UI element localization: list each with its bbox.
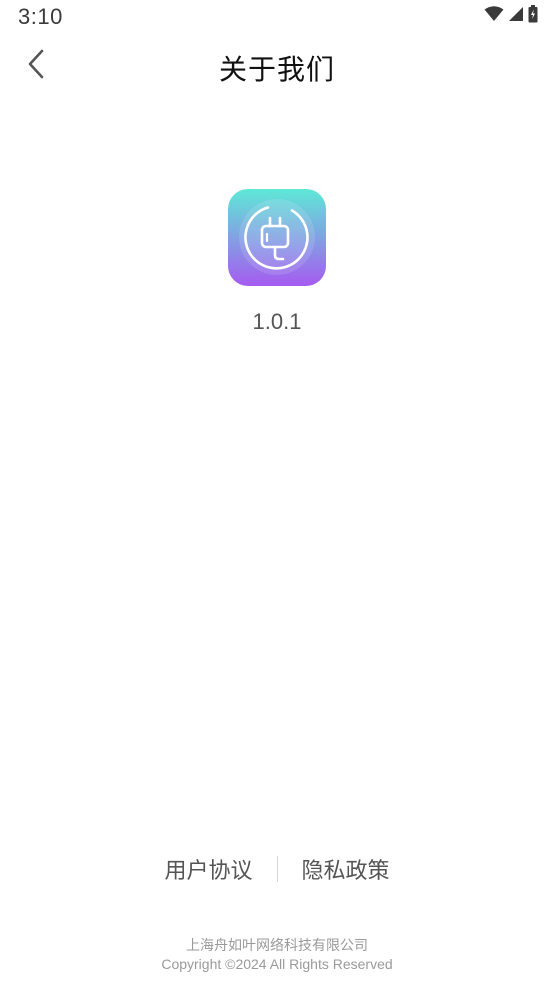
power-plug-icon xyxy=(228,189,326,286)
page-title: 关于我们 xyxy=(218,53,335,86)
company-name: 上海舟如叶网络科技有限公司 xyxy=(186,938,368,954)
app-version: 1.0.1 xyxy=(252,309,302,334)
privacy-policy-link[interactable]: 隐私政策 xyxy=(298,853,394,885)
cellular-signal-icon xyxy=(508,6,524,26)
app-logo xyxy=(228,189,326,286)
link-divider xyxy=(276,856,278,882)
user-agreement-link[interactable]: 用户协议 xyxy=(160,853,256,885)
copyright-text: Copyright ©2024 All Rights Reserved xyxy=(161,956,393,972)
status-time: 3:10 xyxy=(18,4,63,29)
wifi-icon xyxy=(484,6,504,26)
nav-bar: 关于我们 xyxy=(0,34,554,98)
footer-links: 用户协议 隐私政策 xyxy=(0,852,554,886)
status-bar: 3:10 xyxy=(0,0,554,34)
status-icons xyxy=(484,5,538,27)
battery-charging-icon xyxy=(528,5,538,27)
